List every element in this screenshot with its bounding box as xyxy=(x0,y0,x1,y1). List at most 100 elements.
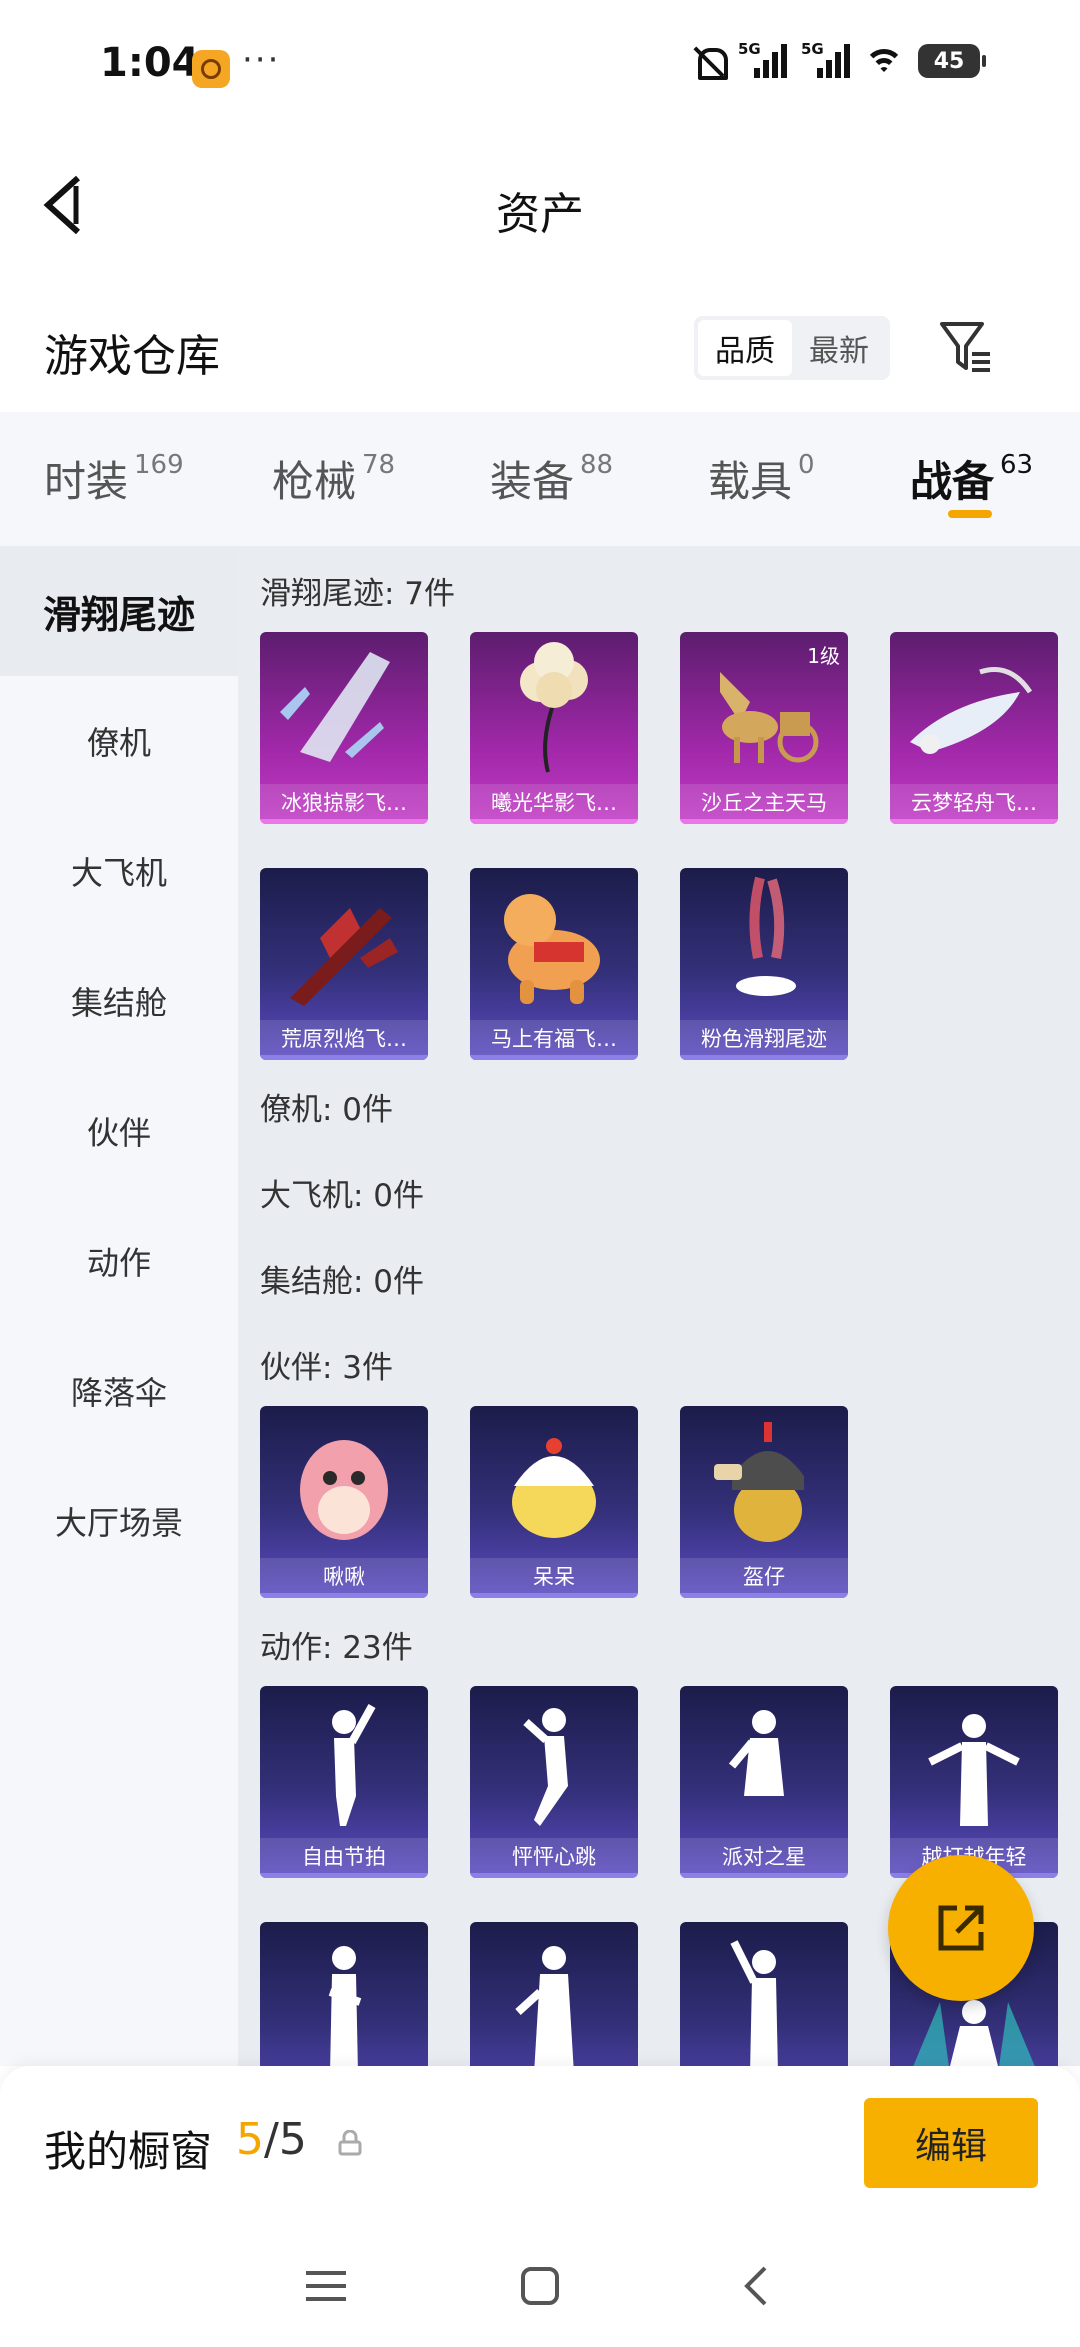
section-title-partner: 伙伴: 3件 xyxy=(260,1350,394,1386)
showcase-count: 5/5 xyxy=(236,2114,307,2165)
item-card[interactable]: 派对之星 xyxy=(680,1686,848,1878)
item-card[interactable]: 马上有福飞… xyxy=(470,868,638,1060)
sidebar-item-partner[interactable]: 伙伴 xyxy=(0,1066,238,1196)
wifi-icon xyxy=(864,45,904,77)
pink-trail-image xyxy=(736,876,796,996)
item-card[interactable]: 云梦轻舟飞… xyxy=(890,632,1058,824)
page-title: 资产 xyxy=(496,189,584,240)
tab-battle-gear[interactable]: 战备 63 xyxy=(910,448,1033,509)
showcase-bar: 我的橱窗 5/5 编辑 xyxy=(0,2066,1080,2226)
item-name: 马上有福飞… xyxy=(470,1020,638,1060)
item-card[interactable]: 1级 沙丘之主天马 xyxy=(680,632,848,824)
sidebar-item-action[interactable]: 动作 xyxy=(0,1196,238,1326)
tab-vehicles[interactable]: 载具 0 xyxy=(708,448,815,509)
sidebar-item-parachute[interactable]: 降落伞 xyxy=(0,1326,238,1456)
section-title-wingman: 僚机: 0件 xyxy=(260,1092,394,1128)
share-external-icon xyxy=(938,1905,984,1951)
section-title-action: 动作: 23件 xyxy=(260,1630,413,1666)
dance-pose-image xyxy=(728,1710,784,1796)
item-name: 盔仔 xyxy=(680,1558,848,1598)
item-name: 怦怦心跳 xyxy=(470,1838,638,1878)
item-name: 自由节拍 xyxy=(260,1838,428,1878)
tab-label: 时装 xyxy=(44,457,129,506)
share-float-button[interactable] xyxy=(888,1855,1034,2001)
sidebar-item-glide-trail[interactable]: 滑翔尾迹 xyxy=(0,546,238,676)
sidebar-item-pod[interactable]: 集结舱 xyxy=(0,936,238,1066)
section-title-pod: 集结舱: 0件 xyxy=(260,1264,425,1300)
flower-trail-image xyxy=(520,642,588,773)
cloud-boat-image xyxy=(910,667,1033,754)
back-nav-button[interactable] xyxy=(716,2246,796,2326)
tab-label: 枪械 xyxy=(272,457,357,506)
tab-count: 0 xyxy=(798,450,815,480)
item-card[interactable]: 冰狼掠影飞… xyxy=(260,632,428,824)
item-card[interactable]: 呆呆 xyxy=(470,1406,638,1598)
showcase-total: 5 xyxy=(278,2114,307,2165)
app-notification-icon xyxy=(192,50,230,88)
item-card[interactable] xyxy=(260,1922,428,2066)
menu-icon xyxy=(306,2271,346,2301)
lucky-horse-image xyxy=(504,894,600,1004)
dance-pose-image xyxy=(328,1946,362,2066)
item-card[interactable]: 自由节拍 xyxy=(260,1686,428,1878)
menu-nav-button[interactable] xyxy=(286,2246,366,2326)
sidebar-item-lobby-scene[interactable]: 大厅场景 xyxy=(0,1456,238,1586)
item-name: 冰狼掠影飞… xyxy=(260,784,428,824)
signal-icon: 5G xyxy=(738,40,787,78)
item-name: 荒原烈焰飞… xyxy=(260,1020,428,1060)
item-name: 沙丘之主天马 xyxy=(680,784,848,824)
item-name: 云梦轻舟飞… xyxy=(890,784,1058,824)
lock-icon xyxy=(338,2130,362,2156)
edit-button[interactable]: 编辑 xyxy=(864,2098,1038,2188)
warehouse-header: 游戏仓库 品质 最新 xyxy=(0,290,1080,410)
dance-pose-image xyxy=(928,1714,1020,1826)
item-card[interactable] xyxy=(470,1922,638,2066)
tab-count: 169 xyxy=(134,450,184,480)
tab-fashion[interactable]: 时装 169 xyxy=(44,448,184,509)
showcase-current: 5 xyxy=(236,2114,264,2165)
helmet-chick-image xyxy=(714,1422,804,1542)
sort-quality-button[interactable]: 品质 xyxy=(698,320,792,376)
back-chevron-icon xyxy=(744,2266,767,2306)
home-nav-button[interactable] xyxy=(500,2246,580,2326)
ice-wolf-trail-image xyxy=(280,652,390,762)
tab-count: 63 xyxy=(1000,450,1034,480)
tab-equipment[interactable]: 装备 88 xyxy=(490,448,613,509)
section-title-glide: 滑翔尾迹: 7件 xyxy=(260,576,456,612)
home-square-icon xyxy=(521,2267,559,2305)
item-name: 曦光华影飞… xyxy=(470,784,638,824)
dance-pose-image xyxy=(523,1708,568,1826)
item-card[interactable]: 怦怦心跳 xyxy=(470,1686,638,1878)
flame-trail-image xyxy=(290,908,398,1006)
filter-button[interactable] xyxy=(938,318,994,378)
sidebar-item-wingman[interactable]: 僚机 xyxy=(0,676,238,806)
section-title-big-plane: 大飞机: 0件 xyxy=(260,1178,425,1214)
item-grid: 滑翔尾迹: 7件 冰狼掠影飞… 曦光华影飞… 1级 沙丘之主天马 云梦轻舟飞… … xyxy=(238,546,1080,2066)
signal-label: 5G xyxy=(738,40,761,58)
item-name: 派对之星 xyxy=(680,1838,848,1878)
filter-icon xyxy=(940,322,990,372)
item-card[interactable]: 粉色滑翔尾迹 xyxy=(680,868,848,1060)
more-notifications-icon: ··· xyxy=(242,40,281,80)
item-card[interactable] xyxy=(680,1922,848,2066)
item-card[interactable]: 曦光华影飞… xyxy=(470,632,638,824)
tab-count: 78 xyxy=(362,450,396,480)
item-name: 啾啾 xyxy=(260,1558,428,1598)
item-card[interactable]: 啾啾 xyxy=(260,1406,428,1598)
pegasus-chariot-image xyxy=(720,672,819,763)
sort-toggle: 品质 最新 xyxy=(694,316,890,380)
tab-label: 战备 xyxy=(910,457,995,506)
item-card[interactable]: 越打越年轻 xyxy=(890,1686,1058,1878)
sidebar-item-big-plane[interactable]: 大飞机 xyxy=(0,806,238,936)
battery-icon: 45 xyxy=(918,44,986,78)
item-card[interactable]: 荒原烈焰飞… xyxy=(260,868,428,1060)
dance-pose-image xyxy=(730,1940,778,2066)
active-tab-indicator xyxy=(948,510,992,518)
item-name: 呆呆 xyxy=(470,1558,638,1598)
chick-image xyxy=(512,1438,596,1538)
item-card[interactable]: 盔仔 xyxy=(680,1406,848,1598)
system-nav-bar xyxy=(0,2226,1080,2347)
sort-newest-button[interactable]: 最新 xyxy=(792,320,886,376)
status-bar: 1:04 ··· 5G 5G 45 xyxy=(0,0,1080,130)
tab-guns[interactable]: 枪械 78 xyxy=(272,448,395,509)
